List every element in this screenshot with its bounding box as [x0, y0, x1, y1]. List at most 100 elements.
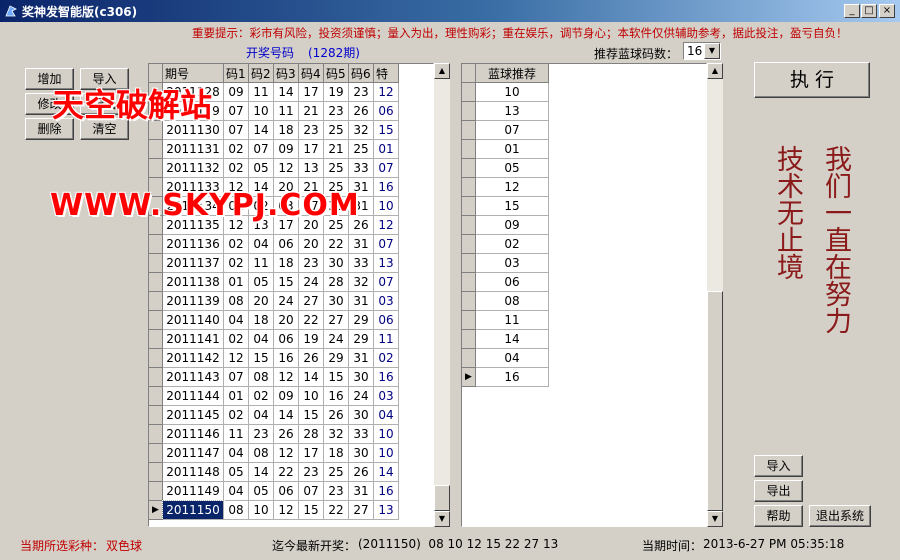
period-cell[interactable]: 2011145 [162, 405, 224, 425]
minimize-button[interactable]: _ [844, 4, 860, 18]
blue-number-cell[interactable]: 11 [475, 310, 549, 330]
number-cell[interactable]: 07 [223, 120, 249, 140]
number-cell[interactable]: 23 [348, 82, 374, 102]
period-cell[interactable]: 2011140 [162, 310, 224, 330]
draw-history-table[interactable]: 期号 码1 码2 码3 码4 码5 码6 特 2011128 09 11 14 17 19 23 12 201… [148, 63, 434, 527]
number-cell[interactable]: 23 [248, 424, 274, 444]
blue-number-cell[interactable]: 07 [475, 120, 549, 140]
number-cell[interactable]: 29 [348, 310, 374, 330]
number-cell[interactable]: 17 [298, 82, 324, 102]
period-cell[interactable]: 2011139 [162, 291, 224, 311]
number-cell[interactable]: 31 [348, 348, 374, 368]
number-cell[interactable]: 04 [223, 481, 249, 501]
table-row[interactable]: 2011141 02 04 06 19 24 29 11 [149, 329, 399, 349]
table-row[interactable]: 2011137 02 11 18 23 30 33 13 [149, 253, 399, 273]
number-cell[interactable]: 09 [273, 139, 299, 159]
number-cell[interactable]: 15 [273, 272, 299, 292]
number-cell[interactable]: 14 [298, 367, 324, 387]
export-button[interactable]: 导出 [754, 480, 803, 502]
row-indicator[interactable] [462, 234, 476, 254]
period-cell[interactable]: 2011142 [162, 348, 224, 368]
title-bar[interactable]: 奖神发智能版(c306) _ □ × [0, 0, 900, 22]
table-row[interactable]: 2011148 05 14 22 23 25 26 14 [149, 462, 399, 482]
row-indicator[interactable] [462, 196, 476, 216]
special-number-cell[interactable]: 07 [373, 234, 399, 254]
blue-number-cell[interactable]: 16 [475, 367, 549, 387]
table-row[interactable]: 02 [462, 234, 549, 254]
table-row[interactable]: 13 [462, 101, 549, 121]
number-cell[interactable]: 02 [223, 158, 249, 178]
number-cell[interactable]: 33 [348, 424, 374, 444]
number-cell[interactable]: 26 [323, 405, 349, 425]
blue-number-cell[interactable]: 15 [475, 196, 549, 216]
number-cell[interactable]: 05 [223, 462, 249, 482]
number-cell[interactable]: 01 [223, 386, 249, 406]
number-cell[interactable]: 07 [298, 481, 324, 501]
table-row[interactable]: 08 [462, 291, 549, 311]
blue-recommend-table[interactable]: 蓝球推荐 10 13 07 01 05 12 15 09 02 03 06 08 11 14 04 ▶ 16 [461, 63, 707, 527]
special-number-cell[interactable]: 16 [373, 367, 399, 387]
number-cell[interactable]: 12 [273, 500, 299, 520]
number-cell[interactable]: 27 [323, 310, 349, 330]
row-indicator[interactable] [149, 272, 163, 292]
row-indicator[interactable] [462, 120, 476, 140]
row-indicator[interactable] [149, 443, 163, 463]
row-indicator[interactable] [149, 253, 163, 273]
table-row[interactable]: 2011142 12 15 16 26 29 31 02 [149, 348, 399, 368]
number-cell[interactable]: 16 [323, 386, 349, 406]
special-number-cell[interactable]: 06 [373, 310, 399, 330]
number-cell[interactable]: 17 [298, 139, 324, 159]
number-cell[interactable]: 04 [248, 405, 274, 425]
number-cell[interactable]: 27 [298, 291, 324, 311]
number-cell[interactable]: 32 [323, 424, 349, 444]
number-cell[interactable]: 26 [348, 462, 374, 482]
number-cell[interactable]: 15 [298, 405, 324, 425]
number-cell[interactable]: 10 [248, 101, 274, 121]
special-number-cell[interactable]: 16 [373, 481, 399, 501]
row-indicator[interactable] [462, 329, 476, 349]
number-cell[interactable]: 02 [223, 329, 249, 349]
number-cell[interactable]: 31 [348, 291, 374, 311]
number-cell[interactable]: 02 [223, 253, 249, 273]
number-cell[interactable]: 25 [323, 462, 349, 482]
table-row[interactable]: 2011131 02 07 09 17 21 25 01 [149, 139, 399, 159]
number-cell[interactable]: 14 [273, 405, 299, 425]
table-row[interactable]: 2011132 02 05 12 13 25 33 07 [149, 158, 399, 178]
table-row[interactable]: 14 [462, 329, 549, 349]
special-number-cell[interactable]: 04 [373, 405, 399, 425]
number-cell[interactable]: 27 [348, 500, 374, 520]
number-cell[interactable]: 33 [348, 253, 374, 273]
number-cell[interactable]: 12 [273, 367, 299, 387]
row-indicator[interactable] [149, 424, 163, 444]
number-cell[interactable]: 09 [273, 386, 299, 406]
special-number-cell[interactable]: 02 [373, 348, 399, 368]
row-indicator[interactable] [462, 101, 476, 121]
number-cell[interactable]: 26 [348, 101, 374, 121]
special-number-cell[interactable]: 10 [373, 424, 399, 444]
table-row[interactable]: 03 [462, 253, 549, 273]
number-cell[interactable]: 04 [248, 234, 274, 254]
special-number-cell[interactable]: 06 [373, 101, 399, 121]
number-cell[interactable]: 07 [248, 139, 274, 159]
blue-number-cell[interactable]: 01 [475, 139, 549, 159]
number-cell[interactable]: 15 [323, 367, 349, 387]
scroll-up-arrow-icon[interactable]: ▲ [707, 63, 723, 79]
table-row[interactable]: 2011145 02 04 14 15 26 30 04 [149, 405, 399, 425]
period-cell[interactable]: 2011131 [162, 139, 224, 159]
number-cell[interactable]: 20 [273, 310, 299, 330]
number-cell[interactable]: 30 [348, 443, 374, 463]
number-cell[interactable]: 12 [223, 348, 249, 368]
number-cell[interactable]: 04 [248, 329, 274, 349]
row-indicator[interactable] [149, 310, 163, 330]
number-cell[interactable]: 24 [298, 272, 324, 292]
number-cell[interactable]: 21 [298, 101, 324, 121]
scroll-thumb[interactable] [434, 485, 450, 511]
number-cell[interactable]: 10 [298, 386, 324, 406]
number-cell[interactable]: 18 [248, 310, 274, 330]
maximize-button[interactable]: □ [861, 4, 877, 18]
row-indicator[interactable] [149, 291, 163, 311]
scroll-down-arrow-icon[interactable]: ▼ [434, 511, 450, 527]
blue-number-cell[interactable]: 06 [475, 272, 549, 292]
row-indicator[interactable] [149, 481, 163, 501]
row-indicator[interactable] [462, 82, 476, 102]
